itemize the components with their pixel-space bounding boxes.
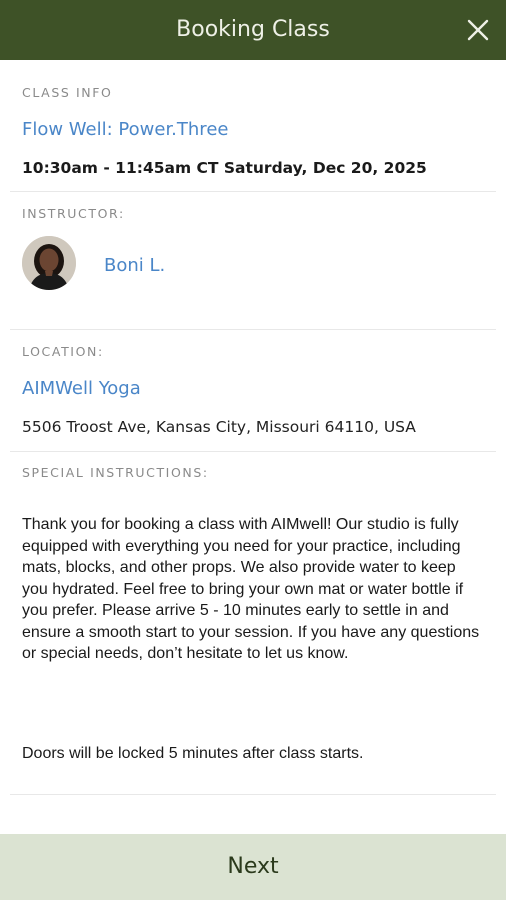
class-datetime: 10:30am - 11:45am CT Saturday, Dec 20, 2… — [22, 159, 427, 177]
door-lock-notice: Doors will be locked 5 minutes after cla… — [22, 745, 364, 762]
close-button[interactable] — [466, 18, 490, 42]
page-title: Booking Class — [176, 17, 330, 42]
divider — [10, 451, 496, 452]
class-name-link[interactable]: Flow Well: Power.Three — [22, 118, 228, 142]
location-address: 5506 Troost Ave, Kansas City, Missouri 6… — [22, 418, 416, 436]
divider — [10, 191, 496, 192]
next-button[interactable]: Next — [0, 834, 506, 900]
divider — [10, 329, 496, 330]
class-info-label: CLASS INFO — [22, 85, 113, 100]
close-icon — [467, 19, 489, 41]
booking-screen: Booking Class CLASS INFO Flow Well: Powe… — [0, 0, 506, 900]
instructor-label: INSTRUCTOR: — [22, 206, 125, 221]
header-bar: Booking Class — [0, 0, 506, 60]
location-label: LOCATION: — [22, 344, 104, 359]
instructor-avatar[interactable] — [22, 236, 76, 290]
location-name-link[interactable]: AIMWell Yoga — [22, 377, 141, 401]
instructor-name-link[interactable]: Boni L. — [104, 254, 165, 278]
next-button-label: Next — [227, 854, 279, 879]
divider — [10, 794, 496, 795]
special-instructions-text: Thank you for booking a class with AIMwe… — [22, 516, 480, 662]
avatar-image — [22, 236, 76, 290]
special-instructions-label: SPECIAL INSTRUCTIONS: — [22, 465, 209, 480]
